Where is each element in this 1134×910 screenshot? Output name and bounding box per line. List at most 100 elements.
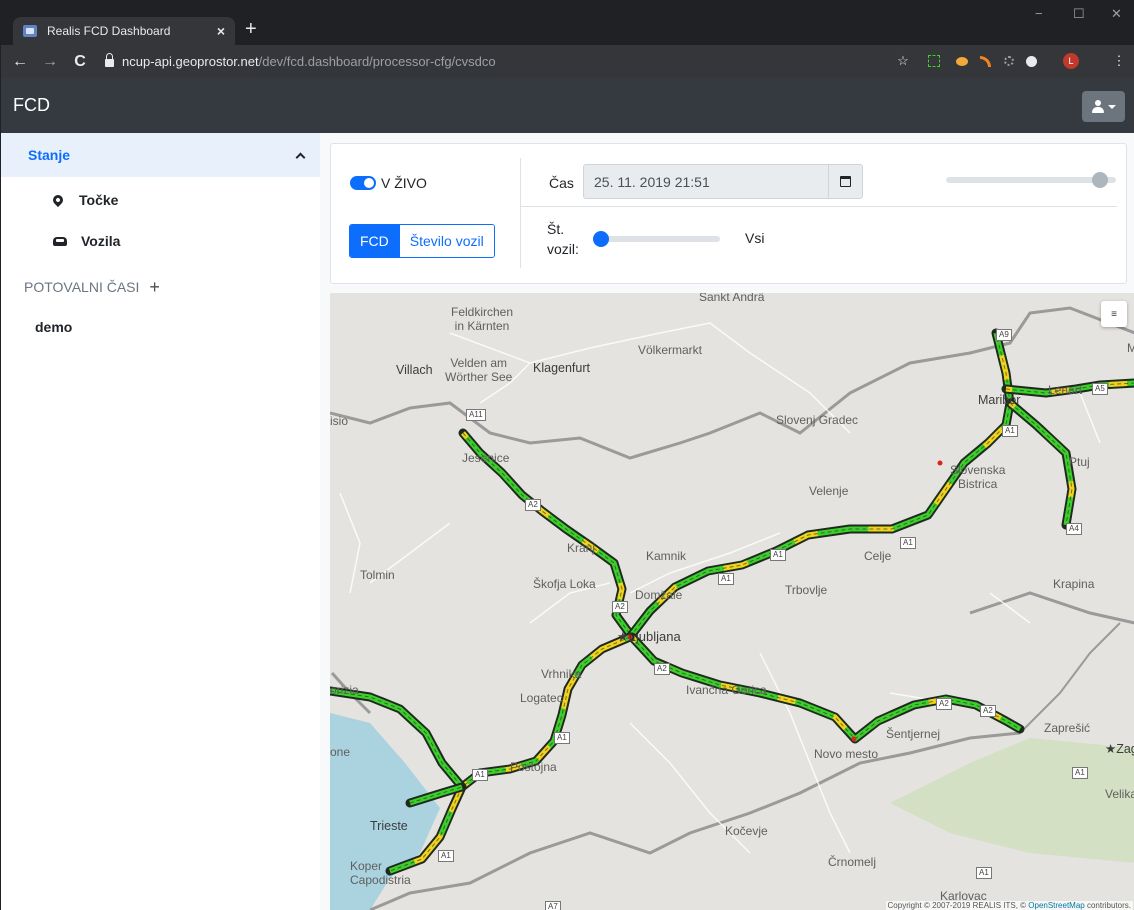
- road-shield-a1: A1: [976, 867, 992, 879]
- highway-h4-gorizia: [330, 688, 464, 789]
- url-path: /dev/fcd.dashboard/processor-cfg/cvsdco: [258, 53, 496, 69]
- time-slider[interactable]: [946, 172, 1116, 188]
- map-label-sentjernej: Šentjernej: [886, 727, 941, 741]
- map-label-kamnik: Kamnik: [646, 549, 687, 563]
- sidebar-item-label: Vozila: [81, 233, 121, 249]
- forward-button[interactable]: →: [39, 53, 61, 71]
- mode-vehicle-count-button[interactable]: Število vozil: [398, 225, 494, 257]
- address-bar[interactable]: ncup-api.geoprostor.net/dev/fcd.dashboar…: [105, 49, 905, 73]
- window-minimize-button[interactable]: −: [1035, 6, 1043, 21]
- map-label-skofja-loka: Škofja Loka: [533, 577, 596, 591]
- layers-button[interactable]: ≡: [1101, 301, 1127, 327]
- map-label-koper: Koper Capodistria: [350, 859, 411, 887]
- map-label-ptuj: Ptuj: [1069, 455, 1090, 469]
- highway-a4-ptuj-segment: [1008, 401, 1075, 526]
- sidebar-section-title: Stanje: [28, 147, 71, 163]
- road-shield-a1: A1: [1002, 425, 1018, 437]
- car-icon: [53, 236, 67, 246]
- map-label-volkermarkt: Völkermarkt: [638, 343, 703, 357]
- map-label-ljubljana: ★Ljubljana: [617, 629, 681, 644]
- window-close-button[interactable]: ✕: [1111, 6, 1122, 22]
- map-label-feldkirchen: Feldkirchen in Kärnten: [451, 305, 514, 333]
- road-shield-a1: A1: [900, 537, 916, 549]
- map-label-villach: Villach: [396, 363, 433, 377]
- browser-tab[interactable]: Realis FCD Dashboard ×: [13, 17, 235, 45]
- add-travel-time-button[interactable]: +: [149, 278, 160, 296]
- extension-screenshot-icon[interactable]: [926, 53, 942, 69]
- map-label-edge: M: [1127, 341, 1134, 355]
- sidebar-item-tocke[interactable]: Točke: [50, 190, 119, 210]
- extension-cookie-icon[interactable]: [954, 53, 970, 69]
- map-label-sankt-andra: Sankt Andrä: [699, 293, 765, 304]
- sidebar-item-label: Točke: [79, 192, 119, 208]
- extension-rss-icon[interactable]: [977, 53, 993, 69]
- live-label: V ŽIVO: [381, 175, 427, 191]
- sidebar-item-vozila[interactable]: Vozila: [53, 231, 120, 251]
- sidebar-section-stanje[interactable]: Stanje: [1, 133, 320, 177]
- bookmark-star-icon[interactable]: ☆: [895, 53, 911, 69]
- calendar-button[interactable]: [828, 165, 862, 198]
- extension-gear-icon[interactable]: [1001, 53, 1017, 69]
- road-shield-a2: A2: [654, 663, 670, 675]
- chevron-up-icon: [295, 152, 306, 162]
- vehicle-count-slider-thumb[interactable]: [593, 231, 609, 247]
- browser-menu-icon[interactable]: ⋮: [1111, 53, 1127, 69]
- new-tab-button[interactable]: +: [245, 18, 257, 41]
- back-button[interactable]: ←: [9, 53, 31, 71]
- road-shield-a1: A1: [718, 573, 734, 585]
- map-label-kocevje: Kočevje: [725, 824, 768, 838]
- openstreetmap-link[interactable]: OpenStreetMap: [1028, 901, 1084, 910]
- vehicle-count-slider[interactable]: [593, 231, 720, 247]
- datetime-input[interactable]: 25. 11. 2019 21:51: [583, 164, 863, 199]
- url-host: ncup-api.geoprostor.net: [122, 53, 259, 69]
- live-toggle[interactable]: [350, 176, 376, 190]
- vehicle-count-label: Št. vozil:: [547, 221, 579, 257]
- app-header: FCD: [1, 78, 1134, 133]
- tab-close-icon[interactable]: ×: [217, 23, 225, 39]
- travel-time-item-demo[interactable]: demo: [35, 319, 72, 335]
- favicon-icon: [23, 25, 37, 37]
- controls-panel: V ŽIVO Čas 25. 11. 2019 21:51 FCD Števil…: [330, 143, 1127, 284]
- time-label: Čas: [549, 175, 574, 191]
- highway-a4-ptuj-segment: [1008, 401, 1075, 526]
- map-label-tolmin: Tolmin: [360, 568, 395, 582]
- main-content: V ŽIVO Čas 25. 11. 2019 21:51 FCD Števil…: [320, 133, 1134, 910]
- map-label-maribor: Maribor: [978, 393, 1021, 407]
- highway-a4-ptuj: [1008, 401, 1075, 526]
- map-label-krapina: Krapina: [1053, 577, 1095, 591]
- map-label-domzale: Domžale: [635, 588, 683, 602]
- browser-window: Realis FCD Dashboard × + − ☐ ✕ ← → C ncu…: [0, 0, 1134, 910]
- road-shield-a1: A1: [438, 850, 454, 862]
- map-label-kranj: Kranj: [567, 541, 596, 555]
- congestion-marker: [851, 736, 857, 742]
- road-shield-a1: A1: [1072, 767, 1088, 779]
- traffic-layer: [330, 328, 1134, 876]
- browser-tabstrip: Realis FCD Dashboard × + − ☐ ✕: [1, 0, 1134, 45]
- map-label-slovenska-bistrica: Slovenska Bistrica: [950, 463, 1006, 491]
- map-label-trieste: Trieste: [370, 819, 408, 833]
- reload-button[interactable]: C: [69, 53, 91, 71]
- traffic-map[interactable]: Sankt Andrä Feldkirchen in Kärnten Völke…: [330, 293, 1134, 910]
- road-shield-a4: A4: [1066, 523, 1082, 535]
- attribution-suffix: contributors.: [1084, 901, 1131, 910]
- map-pin-icon: [50, 192, 66, 208]
- road-shield-a1: A1: [472, 769, 488, 781]
- highway-a1-south-segment: [389, 634, 631, 874]
- user-menu-button[interactable]: [1082, 91, 1125, 122]
- profile-avatar[interactable]: L: [1063, 53, 1079, 69]
- map-label-lenart: Lenart: [1048, 383, 1083, 397]
- app-brand[interactable]: FCD: [13, 95, 50, 116]
- map-label-jesenice: Jesenice: [462, 451, 510, 465]
- extension-circle-icon[interactable]: [1023, 53, 1039, 69]
- mode-fcd-button[interactable]: FCD: [350, 225, 399, 257]
- map-label-tarvisio: isio: [330, 414, 349, 428]
- map-label-klagenfurt: Klagenfurt: [533, 361, 590, 375]
- calendar-icon: [840, 176, 851, 187]
- map-label-velden: Velden am Wörther See: [445, 356, 513, 384]
- congestion-marker: [937, 460, 943, 466]
- time-slider-thumb[interactable]: [1092, 172, 1109, 188]
- map-label-gorizia: orizia: [330, 683, 359, 697]
- window-maximize-button[interactable]: ☐: [1073, 6, 1085, 22]
- caret-down-icon: [1108, 104, 1116, 109]
- road-shield-a5: A5: [1092, 383, 1108, 395]
